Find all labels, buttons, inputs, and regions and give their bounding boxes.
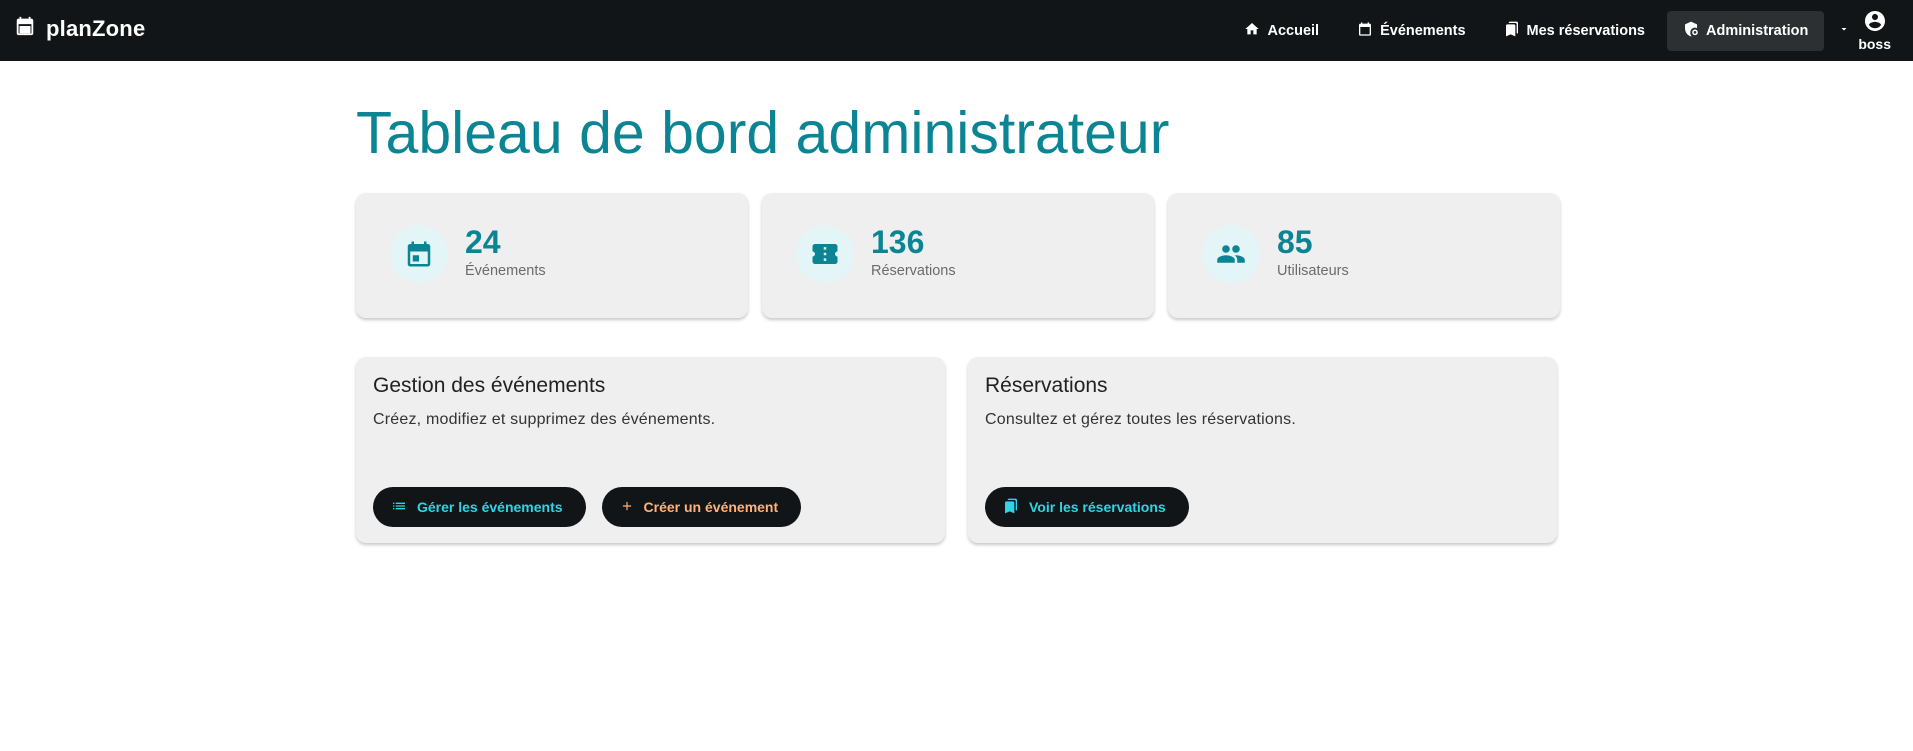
nav-item-label: Mes réservations [1526,22,1645,39]
people-icon [1202,225,1260,283]
reservations-panel: Réservations Consultez et gérez toutes l… [968,357,1557,543]
panel-title: Gestion des événements [373,374,606,397]
stat-value: 136 [871,224,925,260]
home-icon [1244,21,1260,41]
stat-label: Utilisateurs [1277,263,1349,279]
username: boss [1858,36,1891,52]
bookmarks-icon [1504,21,1520,41]
stat-card-evenements: 24 Événements [356,193,748,318]
nav-item-label: Accueil [1267,22,1320,39]
stat-value: 24 [465,224,501,260]
page-title: Tableau de bord administrateur [356,100,1170,166]
stat-value: 85 [1277,224,1313,260]
plus-icon [620,499,634,516]
calendar-icon [14,14,36,43]
bookmarks-icon [1003,498,1019,517]
stat-card-reservations: 136 Réservations [762,193,1154,318]
chevron-down-icon [1838,22,1850,40]
nav-item-mes-reservations[interactable]: Mes réservations [1488,11,1661,51]
brand[interactable]: planZone [14,14,145,43]
nav-item-accueil[interactable]: Accueil [1228,11,1335,51]
panel-title: Réservations [985,374,1108,397]
calendar-icon [390,225,448,283]
admin-shield-icon [1683,21,1699,41]
button-label: Gérer les événements [417,499,563,515]
ticket-icon [796,225,854,283]
user-menu[interactable]: boss [1838,9,1891,52]
panel-description: Créez, modifiez et supprimez des événeme… [373,411,716,428]
panel-description: Consultez et gérez toutes les réservatio… [985,411,1296,428]
calendar-icon [1357,21,1373,41]
list-icon [391,498,407,517]
button-label: Créer un événement [643,499,779,515]
brand-name: planZone [46,15,146,41]
stat-label: Réservations [871,263,956,279]
events-management-panel: Gestion des événements Créez, modifiez e… [356,357,945,543]
nav-item-label: Administration [1706,22,1809,39]
stat-card-utilisateurs: 85 Utilisateurs [1168,193,1560,318]
stat-label: Événements [465,263,546,279]
nav-item-label: Événements [1380,22,1466,39]
create-event-button[interactable]: Créer un événement [601,487,802,527]
view-reservations-button[interactable]: Voir les réservations [985,487,1189,527]
top-navbar: planZone Accueil Événements Mes réservat… [0,0,1913,61]
nav-item-evenements[interactable]: Événements [1341,11,1481,51]
button-label: Voir les réservations [1029,499,1166,515]
nav-item-administration[interactable]: Administration [1667,10,1825,51]
manage-events-button[interactable]: Gérer les événements [373,487,586,527]
account-circle-icon [1863,9,1887,36]
